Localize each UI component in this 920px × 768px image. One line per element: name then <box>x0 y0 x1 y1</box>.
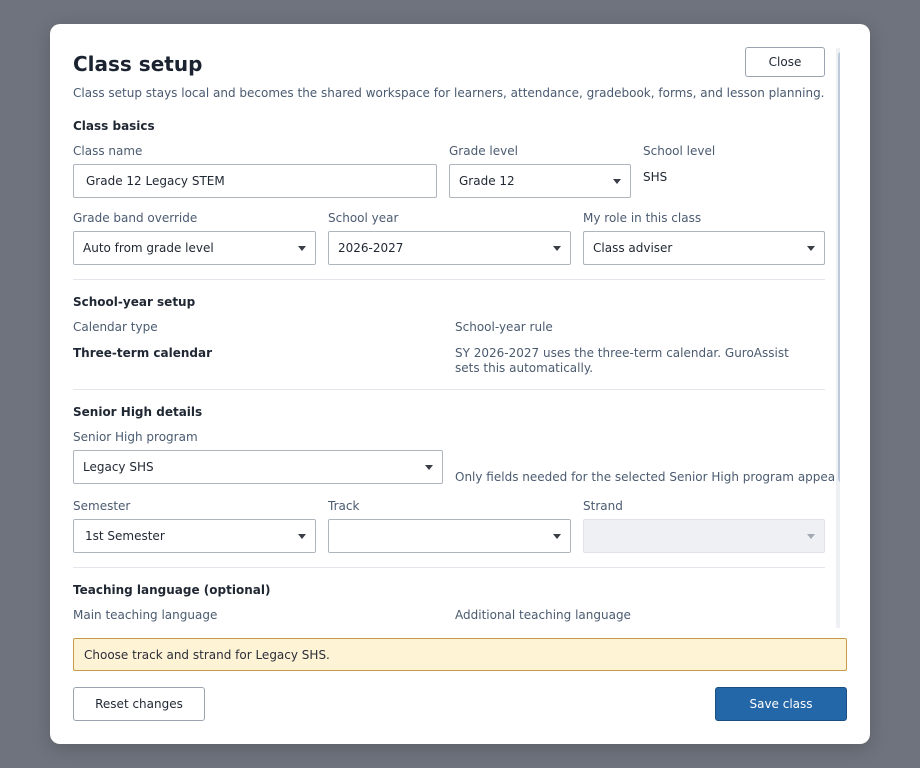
chevron-down-icon <box>553 246 561 251</box>
reset-changes-label: Reset changes <box>95 697 183 711</box>
class-name-value: Grade 12 Legacy STEM <box>86 174 225 188</box>
role-select[interactable]: Class adviser <box>583 231 825 265</box>
save-class-button[interactable]: Save class <box>715 687 847 721</box>
save-class-label: Save class <box>749 697 813 711</box>
grade-band-value: Auto from grade level <box>83 241 214 255</box>
scrollbar-thumb[interactable] <box>838 52 840 482</box>
section-heading-class-basics: Class basics <box>73 119 155 133</box>
main-language-label: Main teaching language <box>73 608 218 622</box>
chevron-down-icon <box>553 534 561 539</box>
close-button[interactable]: Close <box>745 47 825 77</box>
dialog-subtitle: Class setup stays local and becomes the … <box>73 86 825 100</box>
school-year-label: School year <box>328 211 399 225</box>
dialog-scroll-area[interactable]: Class setup Class setup stays local and … <box>50 24 840 628</box>
chevron-down-icon <box>425 465 433 470</box>
calendar-type-label: Calendar type <box>73 320 158 334</box>
chevron-down-icon <box>807 534 815 539</box>
dialog-title: Class setup <box>73 52 203 76</box>
role-value: Class adviser <box>593 241 673 255</box>
validation-alert-text: Choose track and strand for Legacy SHS. <box>84 647 330 662</box>
section-heading-school-year: School-year setup <box>73 295 196 309</box>
school-year-rule-text: SY 2026-2027 uses the three-term calenda… <box>455 346 789 375</box>
semester-label: Semester <box>73 499 131 513</box>
shs-program-label: Senior High program <box>73 430 198 444</box>
grade-level-value: Grade 12 <box>459 174 515 188</box>
strand-label: Strand <box>583 499 623 513</box>
school-year-rule-label: School-year rule <box>455 320 553 334</box>
class-name-input[interactable]: Grade 12 Legacy STEM <box>73 164 437 198</box>
track-label: Track <box>328 499 360 513</box>
shs-program-value: Legacy SHS <box>83 460 154 474</box>
validation-alert: Choose track and strand for Legacy SHS. <box>73 638 847 671</box>
shs-program-select[interactable]: Legacy SHS <box>73 450 443 484</box>
close-button-label: Close <box>768 55 802 69</box>
reset-changes-button[interactable]: Reset changes <box>73 687 205 721</box>
section-heading-senior-high: Senior High details <box>73 405 203 419</box>
school-year-value: 2026-2027 <box>338 241 404 255</box>
grade-level-label: Grade level <box>449 144 518 158</box>
role-label: My role in this class <box>583 211 702 225</box>
semester-select[interactable]: 1st Semester <box>73 519 316 553</box>
section-heading-teaching-language: Teaching language (optional) <box>73 583 271 597</box>
section-divider <box>73 279 825 280</box>
chevron-down-icon <box>298 534 306 539</box>
calendar-type-value: Three-term calendar <box>73 346 212 360</box>
chevron-down-icon <box>807 246 815 251</box>
semester-value: 1st Semester <box>85 529 165 543</box>
school-level-value: SHS <box>643 170 668 184</box>
chevron-down-icon <box>298 246 306 251</box>
class-name-label: Class name <box>73 144 143 158</box>
class-setup-dialog: Class setup Class setup stays local and … <box>50 24 870 744</box>
school-level-label: School level <box>643 144 716 158</box>
section-divider <box>73 567 825 568</box>
additional-language-label: Additional teaching language <box>455 608 631 622</box>
school-year-select[interactable]: 2026-2027 <box>328 231 571 265</box>
section-divider <box>73 389 825 390</box>
chevron-down-icon <box>613 179 621 184</box>
strand-select[interactable] <box>583 519 825 553</box>
grade-level-select[interactable]: Grade 12 <box>449 164 631 198</box>
shs-program-hint: Only fields needed for the selected Seni… <box>455 470 840 484</box>
grade-band-label: Grade band override <box>73 211 198 225</box>
track-select[interactable] <box>328 519 571 553</box>
grade-band-select[interactable]: Auto from grade level <box>73 231 316 265</box>
